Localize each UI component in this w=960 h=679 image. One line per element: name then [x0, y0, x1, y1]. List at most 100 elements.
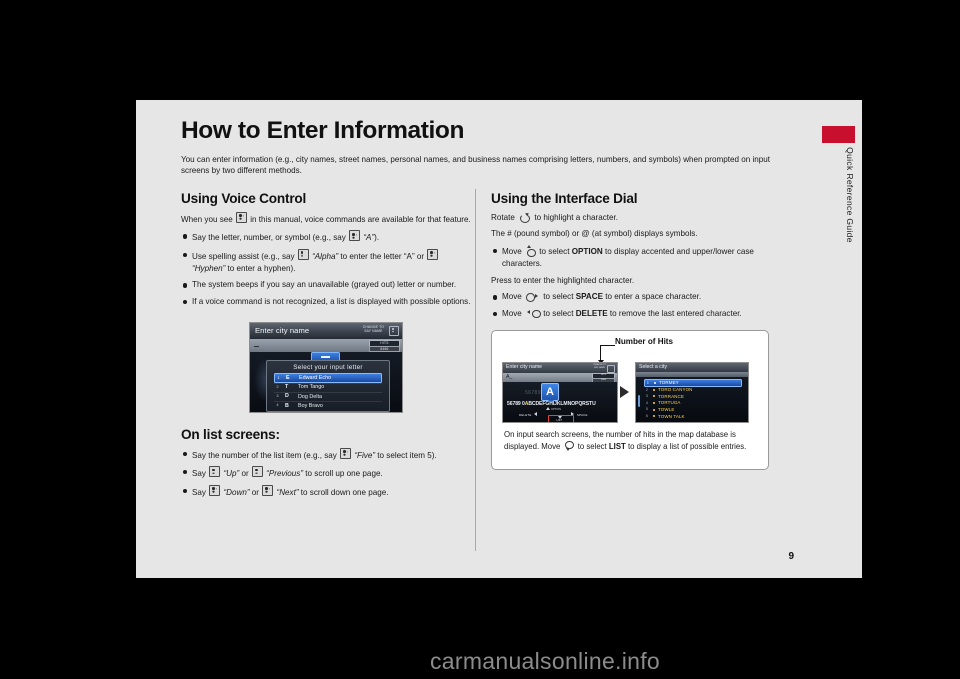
row-name: Boy Bravo — [298, 402, 323, 409]
left-column: Using Voice Control When you see in this… — [181, 191, 471, 503]
voice-command-icon — [209, 484, 221, 496]
page-title: How to Enter Information — [181, 117, 465, 144]
list-item[interactable]: 3 D Dog Delta — [274, 392, 382, 401]
side-tab: Quick Reference Guide — [822, 100, 862, 578]
pound-symbol-instruction: The # (pound symbol) or @ (at symbol) di… — [491, 229, 698, 239]
list-item: Say “Down” or “Next” to scroll down one … — [181, 484, 471, 499]
delete-button-label[interactable]: DELETE — [519, 413, 531, 417]
mini-title-bar: Select a city — [636, 362, 748, 372]
nav-title-bar: Enter city name CHANGE TO SAY NAME — [250, 322, 402, 339]
list-item: Move to select OPTION to display accente… — [491, 245, 781, 270]
list-item[interactable]: 1 TORMEY — [644, 378, 742, 387]
chapter-tab-label: Quick Reference Guide — [845, 147, 855, 243]
row-letter: D — [285, 393, 289, 400]
callout-description: On input search screens, the number of h… — [504, 429, 757, 453]
row-number: 4 — [646, 400, 648, 405]
bullet-dot-icon — [653, 415, 655, 418]
voice-command-icon — [340, 447, 352, 459]
alphabet-strip[interactable]: 56789 0ABCDEFGHIJKLMNOPQRSTU — [507, 401, 596, 407]
bullet-dot-icon — [653, 395, 655, 398]
entry-value: A_ — [506, 374, 513, 381]
key-label-option: OPTION — [571, 247, 603, 257]
voice-phrase: “Down” — [223, 487, 250, 497]
watermark-text: carmanualsonline.info — [429, 648, 661, 674]
heading-on-list-screens: On list screens: — [181, 426, 280, 442]
flow-arrow-icon — [620, 385, 629, 398]
row-number: 1 — [647, 380, 649, 385]
nav-entry-bar: HITS 8486 — [250, 338, 402, 353]
city-list: 1 TORMEY 2 TORO CANYON 3 TORRANCE 4 TORT… — [644, 378, 742, 420]
list-item: Say the number of the list item (e.g., s… — [181, 447, 471, 462]
bullet-text-mid: or — [251, 487, 259, 497]
bullet-text-tail: to remove the last entered character. — [609, 308, 742, 318]
list-item: Move to select DELETE to remove the last… — [491, 308, 781, 320]
list-item[interactable]: 4 TORTUGA — [644, 400, 742, 407]
input-letter-list: 1 E Edward Echo 2 T Tom Tango 3 D Dog De… — [274, 373, 382, 410]
bullet-text-tail: to scroll up one page. — [305, 469, 383, 479]
row-name: Dog Delta — [298, 393, 322, 400]
change-to-say-name-label: CHANGE TO SAY NAME — [363, 325, 384, 333]
bullet-text-mid: or — [241, 469, 249, 479]
voice-phrase: “Next” — [276, 487, 299, 497]
bullet-text-tail: to select item 5). — [377, 450, 437, 460]
bullet-text: Move — [502, 247, 522, 257]
alphabet-prefix: 56789 0 — [507, 400, 525, 407]
list-item[interactable]: 2 T Tom Tango — [274, 383, 382, 392]
key-label-space: SPACE — [575, 292, 603, 302]
dial-move-down-icon — [565, 440, 575, 451]
list-item[interactable]: 4 B Boy Bravo — [274, 402, 382, 411]
list-item[interactable]: 5 TOWLE — [644, 406, 742, 413]
list-item[interactable]: 1 E Edward Echo — [274, 373, 382, 383]
voice-command-icon — [349, 230, 361, 242]
list-item[interactable]: 3 TORRANCE — [644, 393, 742, 400]
bullet-text: Say — [192, 469, 206, 479]
voice-command-icon — [262, 484, 274, 496]
list-item[interactable]: 6 TOWN TALK — [644, 413, 742, 420]
voice-command-icon — [389, 326, 399, 337]
mini-screen-enter-city: Enter city name CHANGE TO SAY NAME A_ HI… — [502, 361, 618, 423]
mini-screen-body: 56789 0 A 56789 0ABCDEFGHIJKLMNOPQRSTU O… — [503, 381, 617, 422]
voice-command-icon — [251, 466, 263, 478]
voice-phrase: “Five” — [354, 450, 376, 460]
interface-dial-bullets-1: Move to select OPTION to display accente… — [491, 245, 781, 270]
dial-move-up-icon — [526, 245, 536, 258]
row-name: TOWN TALK — [658, 413, 685, 419]
bullet-text-mid: to select — [543, 292, 574, 302]
bullet-text-mid: to select — [543, 308, 574, 318]
up-arrow-icon — [546, 407, 550, 411]
intro-paragraph: You can enter information (e.g., city na… — [181, 154, 771, 176]
rotate-instruction: Rotate to highlight a character. — [491, 211, 781, 224]
list-item[interactable]: 2 TORO CANYON — [644, 387, 742, 394]
bullet-text: Say the letter, number, or symbol (e.g.,… — [192, 233, 346, 243]
row-name: TOWLE — [658, 406, 675, 412]
heading-using-interface-dial: Using the Interface Dial — [491, 190, 638, 206]
two-column-layout: Using Voice Control When you see in this… — [181, 188, 781, 552]
list-button-highlight[interactable]: LIST — [548, 414, 574, 422]
mini-screen-select-city: Select a city 1 TORMEY 2 TORO CANYON 3 T… — [635, 361, 749, 423]
voice-phrase: “Up” — [223, 469, 240, 479]
row-number: 2 — [276, 384, 279, 389]
space-button-label[interactable]: SPACE — [577, 413, 588, 417]
option-button-label[interactable]: OPTION — [551, 408, 561, 411]
manual-page: How to Enter Information You can enter i… — [136, 100, 822, 578]
voice-command-icon — [209, 466, 221, 478]
voice-intro-text-a: When you see — [181, 214, 233, 224]
nav-screen-image: Enter city name CHANGE TO SAY NAME HITS … — [249, 321, 403, 413]
bullet-dot-icon — [653, 402, 655, 405]
bullet-text: The system beeps if you say an unavailab… — [192, 280, 457, 290]
highlighted-character[interactable]: A — [541, 382, 559, 403]
voice-command-icon — [236, 211, 247, 223]
list-item: Say “Up” or “Previous” to scroll up one … — [181, 466, 471, 480]
bullet-text: If a voice command is not recognized, a … — [192, 296, 471, 306]
alphabet-rest: BCDEFGHIJKLMNOPQRSTU — [528, 400, 596, 407]
voice-phrase: “A” — [363, 233, 375, 243]
input-letter-dialog: Select your input letter 1 E Edward Echo — [266, 359, 390, 412]
scrollbar[interactable] — [638, 394, 640, 407]
mini-screen-title: Select a city — [639, 363, 667, 370]
bullet-text-tail: to scroll down one page. — [300, 487, 389, 497]
nav-screen-title: Enter city name — [255, 325, 310, 335]
bullet-text: Move — [502, 292, 522, 302]
bullet-text-tail: ). — [374, 233, 380, 243]
bullet-text-mid: to select — [539, 247, 570, 257]
callout-label: Number of Hits — [615, 336, 674, 346]
